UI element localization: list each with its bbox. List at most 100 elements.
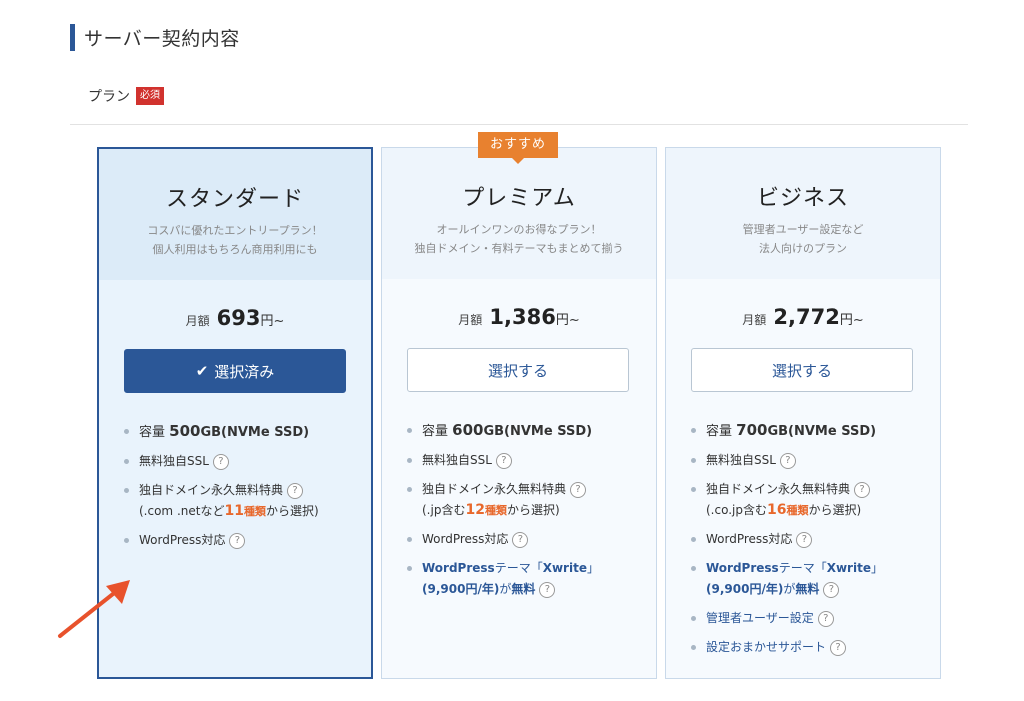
feature-wordpress: WordPress対応? [690, 529, 930, 550]
plan-card-standard[interactable]: スタンダード コスパに優れたエントリープラン！ 個人利用はもちろん商用利用にも … [97, 147, 373, 679]
help-icon[interactable]: ? [779, 452, 796, 469]
section-header: サーバー契約内容 [70, 24, 240, 51]
feature-text: GB(NVMe SSD) [483, 424, 593, 439]
feature-text: 無料独自SSL [706, 453, 776, 467]
plan-desc-line: 法人向けのプラン [759, 242, 847, 255]
price-amount: 1,386 [489, 305, 556, 329]
button-label: 選択する [487, 361, 548, 380]
plan-description: 管理者ユーザー設定など 法人向けのプラン [666, 220, 940, 258]
feature-text: 容量 [422, 424, 453, 439]
price-unit: 円~ [555, 313, 580, 328]
plan-desc-line: 独自ドメイン・有料テーマもまとめて揃う [414, 242, 624, 255]
feature-text: Xwrite [542, 561, 587, 575]
plan-desc-line: オールインワンのお得なプラン！ [436, 223, 602, 236]
feature-domain: 独自ドメイン永久無料特典? (.jp含む12種類から選択) [406, 479, 646, 521]
feature-number: 700 [736, 421, 768, 439]
feature-ssl: 無料独自SSL? [406, 450, 646, 471]
feature-text: 無料 [511, 582, 536, 596]
feature-text: (.co.jp含む [706, 503, 767, 517]
plan-name: ビジネス [756, 186, 849, 211]
feature-theme: WordPressテーマ「Xwrite」 (9,900円/年)が無料? [406, 558, 646, 600]
recommend-badge: おすすめ [478, 132, 558, 164]
feature-text: 無料独自SSL [422, 453, 492, 467]
feature-text: 独自ドメイン永久無料特典 [139, 483, 284, 497]
feature-text: WordPress対応 [706, 532, 793, 546]
feature-text: GB(NVMe SSD) [200, 425, 310, 440]
feature-text: から選択) [808, 503, 862, 517]
feature-text: 管理者ユーザー設定 [706, 611, 814, 625]
feature-ssl: 無料独自SSL? [690, 450, 930, 471]
feature-text: が [783, 582, 796, 596]
help-icon[interactable]: ? [229, 532, 246, 549]
feature-text: WordPress [422, 561, 495, 575]
plan-description: コスパに優れたエントリープラン！ 個人利用はもちろん商用利用にも [99, 221, 371, 259]
select-button[interactable]: 選択する [407, 348, 629, 392]
help-icon[interactable]: ? [539, 581, 556, 598]
help-icon[interactable]: ? [817, 610, 834, 627]
feature-ssl: 無料独自SSL? [123, 451, 361, 472]
feature-number: 600 [452, 421, 484, 439]
feature-text: から選択) [506, 503, 560, 517]
feature-text: 独自ドメイン永久無料特典 [422, 482, 567, 496]
help-icon[interactable]: ? [287, 482, 304, 499]
feature-number: 500 [169, 422, 201, 440]
button-label: 選択する [771, 361, 832, 380]
feature-text: 無料 [795, 582, 820, 596]
help-icon[interactable]: ? [796, 531, 813, 548]
feature-text: GB(NVMe SSD) [767, 424, 877, 439]
feature-support: 設定おまかせサポート? [690, 637, 930, 658]
plan-field-label: プラン 必須 [88, 86, 164, 106]
plan-card-premium[interactable]: プレミアム オールインワンのお得なプラン！ 独自ドメイン・有料テーマもまとめて揃… [381, 147, 657, 679]
plan-name: スタンダード [165, 187, 304, 212]
feature-wordpress: WordPress対応? [406, 529, 646, 550]
card-header: ビジネス 管理者ユーザー設定など 法人向けのプラン [666, 148, 940, 279]
feature-list: 容量 600GB(NVMe SSD) 無料独自SSL? 独自ドメイン永久無料特典… [406, 420, 646, 608]
divider [70, 124, 968, 125]
plan-name: プレミアム [462, 186, 576, 211]
help-icon[interactable]: ? [823, 581, 840, 598]
feature-text: 」 [586, 561, 599, 575]
plan-card-business[interactable]: ビジネス 管理者ユーザー設定など 法人向けのプラン 月額 2,772円~ 選択す… [665, 147, 941, 679]
price-label: 月額 [458, 313, 483, 327]
plan-price: 月額 693円~ [99, 306, 371, 330]
feature-number: 16 [767, 502, 787, 518]
selected-button[interactable]: ✔ 選択済み [124, 349, 346, 393]
section-title: サーバー契約内容 [84, 28, 240, 50]
feature-text: 」 [870, 561, 883, 575]
select-button[interactable]: 選択する [691, 348, 913, 392]
card-header: プレミアム オールインワンのお得なプラン！ 独自ドメイン・有料テーマもまとめて揃… [382, 148, 656, 279]
price-amount: 693 [216, 306, 261, 330]
help-icon[interactable]: ? [212, 453, 229, 470]
feature-number: 11 [224, 503, 244, 519]
help-icon[interactable]: ? [570, 481, 587, 498]
feature-number: 12 [465, 502, 485, 518]
price-unit: 円~ [260, 314, 285, 329]
plan-desc-line: 管理者ユーザー設定など [742, 223, 864, 236]
feature-list: 容量 700GB(NVMe SSD) 無料独自SSL? 独自ドメイン永久無料特典… [690, 420, 930, 666]
feature-theme: WordPressテーマ「Xwrite」 (9,900円/年)が無料? [690, 558, 930, 600]
help-icon[interactable]: ? [512, 531, 529, 548]
feature-text: 容量 [139, 425, 170, 440]
feature-storage: 容量 500GB(NVMe SSD) [123, 421, 361, 443]
feature-admin: 管理者ユーザー設定? [690, 608, 930, 629]
price-label: 月額 [742, 313, 767, 327]
feature-text: (9,900 [706, 582, 750, 596]
feature-list: 容量 500GB(NVMe SSD) 無料独自SSL? 独自ドメイン永久無料特典… [123, 421, 361, 559]
feature-text: 円/年) [749, 582, 784, 596]
plan-price: 月額 2,772円~ [666, 305, 940, 329]
feature-text: テーマ「 [494, 561, 543, 575]
feature-text: 容量 [706, 424, 737, 439]
plan-label: プラン [88, 89, 130, 105]
feature-text: WordPress対応 [422, 532, 509, 546]
feature-text: 種類 [786, 504, 809, 517]
feature-text: が [499, 582, 512, 596]
feature-text: Xwrite [826, 561, 871, 575]
required-badge: 必須 [136, 87, 164, 105]
help-icon[interactable]: ? [854, 481, 871, 498]
help-icon[interactable]: ? [495, 452, 512, 469]
feature-text: (.jp含む [422, 503, 466, 517]
price-unit: 円~ [839, 313, 864, 328]
help-icon[interactable]: ? [830, 639, 847, 656]
feature-text: から選択) [265, 504, 319, 518]
plan-desc-line: コスパに優れたエントリープラン！ [147, 224, 323, 237]
